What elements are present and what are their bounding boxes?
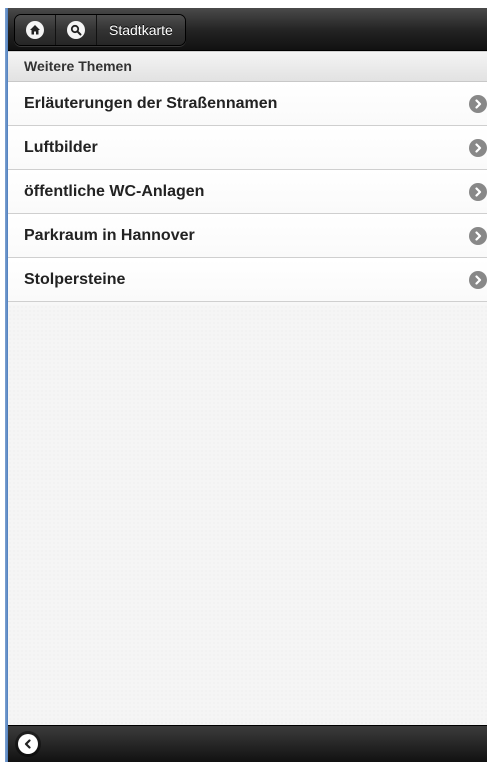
list-item-strassennamen[interactable]: Erläuterungen der Straßennamen [8, 82, 487, 126]
search-icon [67, 21, 85, 39]
list-item-label: Stolpersteine [24, 271, 126, 288]
list-item-label: Luftbilder [24, 139, 98, 156]
search-button[interactable] [56, 15, 97, 45]
list-item-luftbilder[interactable]: Luftbilder [8, 126, 487, 170]
chevron-right-icon [469, 95, 487, 113]
header-button-group: Stadtkarte [14, 14, 186, 46]
chevron-right-icon [469, 271, 487, 289]
section-divider: Weitere Themen [8, 51, 487, 82]
list-item-label: Parkraum in Hannover [24, 227, 195, 244]
list-item-parkraum[interactable]: Parkraum in Hannover [8, 214, 487, 258]
header-bar: Stadtkarte [8, 8, 487, 51]
list-item-label: Erläuterungen der Straßennamen [24, 95, 278, 112]
list-item-label: öffentliche WC-Anlagen [24, 183, 205, 200]
left-edge-border [0, 8, 8, 762]
home-button[interactable] [15, 15, 56, 45]
chevron-right-icon [469, 139, 487, 157]
home-icon [26, 21, 44, 39]
topic-list: Erläuterungen der Straßennamen Luftbilde… [8, 82, 487, 302]
footer-bar [8, 725, 487, 762]
list-item-wc-anlagen[interactable]: öffentliche WC-Anlagen [8, 170, 487, 214]
chevron-right-icon [469, 227, 487, 245]
app-container: Stadtkarte Weitere Themen Erläuterungen … [8, 8, 487, 762]
content-background [8, 305, 487, 726]
list-item-stolpersteine[interactable]: Stolpersteine [8, 258, 487, 302]
chevron-left-icon [24, 739, 31, 749]
chevron-right-icon [469, 183, 487, 201]
stadtkarte-button[interactable]: Stadtkarte [97, 15, 185, 45]
back-button[interactable] [18, 734, 38, 754]
